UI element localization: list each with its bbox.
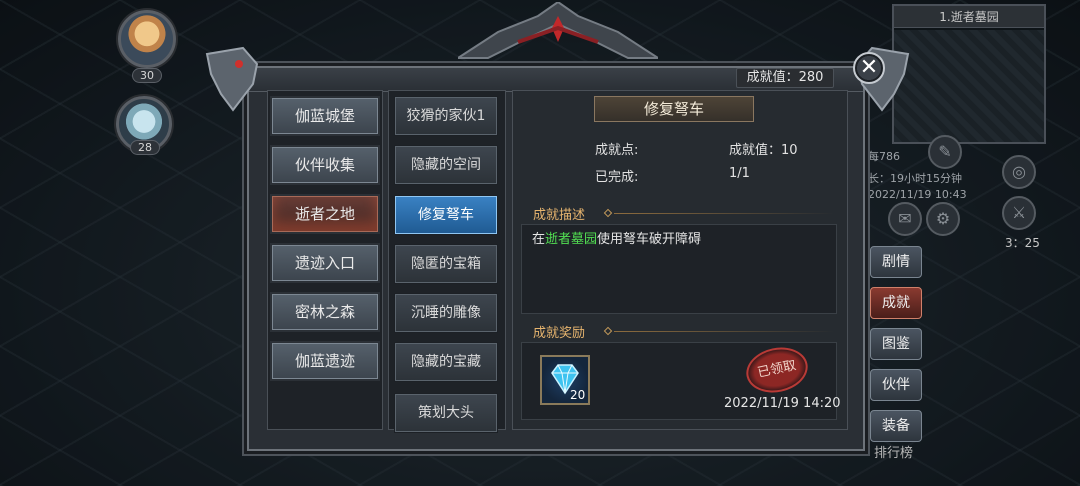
completed-value: 1/1 — [729, 166, 750, 181]
claimed-date: 2022/11/19 14:20 — [724, 396, 841, 411]
achievement-item-selected[interactable]: 修复弩车 — [394, 195, 498, 235]
achievement-item[interactable]: 隐藏的空间 — [394, 145, 498, 185]
quill-icon[interactable]: ✎ — [928, 135, 962, 169]
achievement-item[interactable]: 隐匿的宝箱 — [394, 244, 498, 284]
companion-level-badge: 28 — [130, 140, 160, 155]
dialog-crest-ornament — [458, 2, 658, 59]
crossed-swords-icon[interactable]: ⚔ — [1002, 196, 1036, 230]
hero-avatar[interactable] — [118, 10, 176, 68]
mail-icon[interactable]: ✉ — [888, 202, 922, 236]
side-menu-equipment[interactable]: 装备 — [870, 410, 922, 442]
side-menu-codex[interactable]: 图鉴 — [870, 328, 922, 360]
side-menu-story[interactable]: 剧情 — [870, 246, 922, 278]
close-button[interactable]: ✕ — [853, 52, 885, 84]
category-dense-forest[interactable]: 密林之森 — [270, 292, 380, 332]
right-info-line-1: 每786 — [868, 150, 900, 163]
section-divider — [614, 331, 834, 332]
section-divider — [614, 213, 834, 214]
category-partner-collection[interactable]: 伙伴收集 — [270, 145, 380, 185]
minimap[interactable]: 1.逝者墓园 — [892, 4, 1046, 144]
dragon-head-left-ornament — [205, 46, 259, 112]
achievement-item[interactable]: 沉睡的雕像 — [394, 293, 498, 333]
achievement-score-total: 成就值：280 — [736, 68, 834, 88]
right-info-line-3: 2022/11/19 10:43 — [868, 188, 967, 201]
hero-level-badge: 30 — [132, 68, 162, 83]
points-value: 成就值：10 — [729, 143, 798, 158]
ranking-label[interactable]: 排行榜 — [874, 442, 913, 461]
side-menu-partner[interactable]: 伙伴 — [870, 369, 922, 401]
completed-label: 已完成: — [595, 170, 639, 185]
timer-readout: 3：25 — [1005, 236, 1040, 250]
target-icon[interactable]: ◎ — [1002, 155, 1036, 189]
side-menu-achievement[interactable]: 成就 — [870, 287, 922, 319]
description-prefix: 在 — [532, 232, 546, 247]
category-jialan-castle[interactable]: 伽蓝城堡 — [270, 96, 380, 136]
gear-icon[interactable]: ⚙ — [926, 202, 960, 236]
points-label: 成就点: — [595, 143, 639, 158]
description-suffix: 使用弩车破开障碍 — [597, 232, 702, 247]
achievement-description: 在逝者墓园使用弩车破开障碍 — [532, 228, 701, 247]
achievement-item[interactable]: 策划大头 — [394, 393, 498, 433]
reward-section-title: 成就奖励 — [533, 326, 586, 341]
description-location: 逝者墓园 — [545, 232, 598, 247]
reward-count: 20 — [570, 388, 586, 402]
category-jialan-ruins[interactable]: 伽蓝遗迹 — [270, 341, 380, 381]
achievement-item[interactable]: 狡猾的家伙1 — [394, 96, 498, 136]
achievement-item[interactable]: 隐藏的宝藏 — [394, 342, 498, 382]
achievement-title: 修复弩车 — [594, 96, 754, 122]
minimap-view — [894, 30, 1044, 142]
right-info-line-2: 长：19小时15分钟 — [868, 172, 962, 185]
description-section-title: 成就描述 — [533, 208, 586, 223]
category-ruins-entrance[interactable]: 遗迹入口 — [270, 243, 380, 283]
minimap-title: 1.逝者墓园 — [894, 6, 1044, 28]
category-land-of-the-dead[interactable]: 逝者之地 — [270, 194, 380, 234]
